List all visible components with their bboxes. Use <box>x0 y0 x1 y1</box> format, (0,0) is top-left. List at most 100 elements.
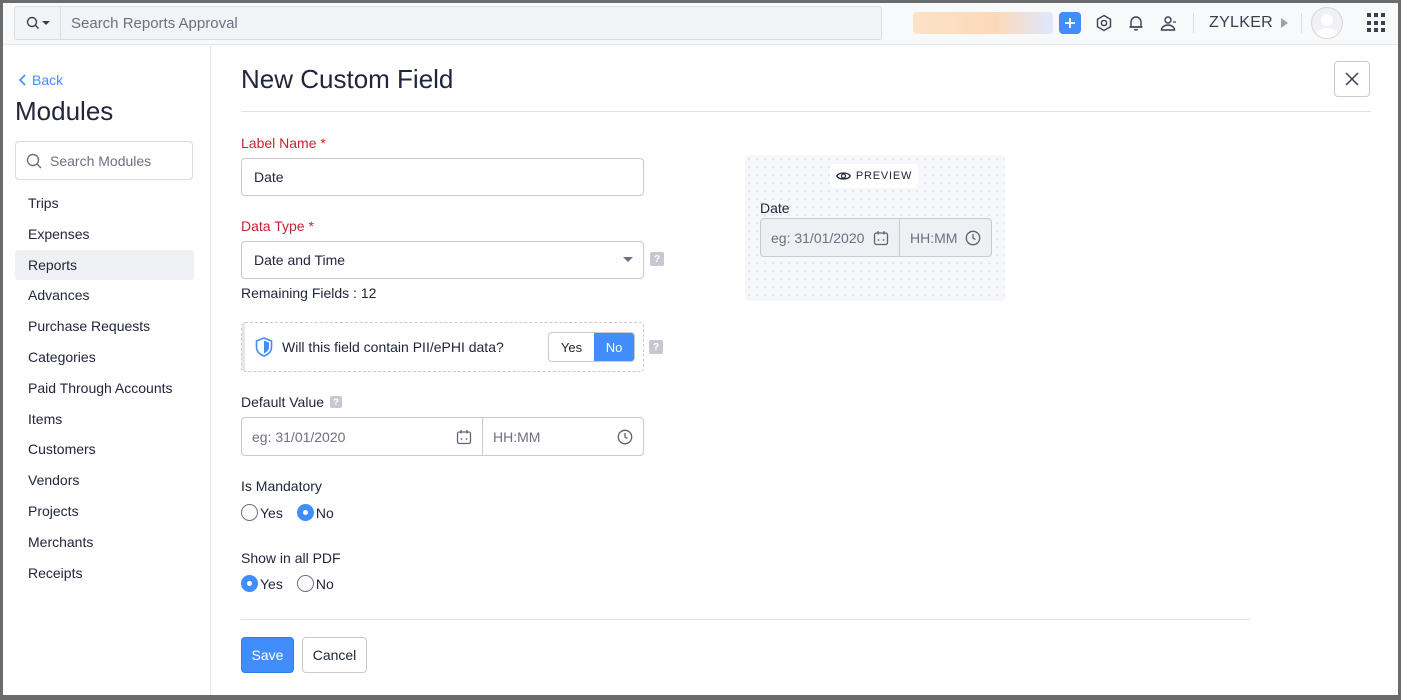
preview-date-placeholder: eg: 31/01/2020 <box>771 229 865 246</box>
chevron-right-icon <box>1281 18 1289 28</box>
sidebar-item-categories[interactable]: Categories <box>15 342 194 373</box>
shield-icon <box>255 337 273 357</box>
modules-title: Modules <box>15 96 114 126</box>
sidebar-item-reports[interactable]: Reports <box>15 249 194 281</box>
modules-search-placeholder: Search Modules <box>50 152 152 169</box>
title-divider <box>241 111 1371 112</box>
back-link[interactable]: Back <box>18 72 63 88</box>
global-search[interactable]: Search Reports Approval <box>14 6 882 40</box>
top-bar: Search Reports Approval ZYLKER <box>3 3 1398 45</box>
show-in-pdf-label: Show in all PDF <box>241 550 341 566</box>
sidebar-item-merchants[interactable]: Merchants <box>15 527 194 558</box>
sidebar-item-receipts[interactable]: Receipts <box>15 558 194 589</box>
default-value-label-row: Default Value ? <box>241 394 343 410</box>
search-icon <box>26 153 42 168</box>
modules-list: Trips Expenses Reports Advances Purchase… <box>15 188 194 588</box>
is-mandatory-label: Is Mandatory <box>241 478 322 494</box>
show-in-pdf-yes-label: Yes <box>260 575 283 592</box>
is-mandatory-yes-label: Yes <box>260 504 283 521</box>
label-name-input[interactable]: Date <box>241 158 644 196</box>
is-mandatory-no-label: No <box>315 504 334 521</box>
sidebar-item-paid-through-accounts[interactable]: Paid Through Accounts <box>15 373 194 404</box>
field-preview-panel: PREVIEW Date eg: 31/01/2020 HH:MM <box>745 155 1005 301</box>
radio-unchecked[interactable] <box>241 504 258 521</box>
calendar-icon <box>873 230 889 245</box>
show-in-pdf-no[interactable]: No <box>296 575 334 592</box>
close-button[interactable] <box>1334 61 1370 97</box>
save-button[interactable]: Save <box>241 637 294 673</box>
default-time-placeholder: HH:MM <box>493 428 541 445</box>
avatar[interactable] <box>1311 7 1343 39</box>
radio-checked[interactable] <box>296 504 314 521</box>
sidebar-item-customers[interactable]: Customers <box>15 434 194 465</box>
help-icon[interactable]: ? <box>650 252 664 266</box>
cancel-button[interactable]: Cancel <box>302 637 367 673</box>
data-type-label: Data Type * <box>241 218 314 234</box>
settings-button[interactable] <box>1093 12 1115 34</box>
is-mandatory-no[interactable]: No <box>296 504 334 521</box>
eye-icon <box>835 172 851 180</box>
users-button[interactable] <box>1157 12 1179 34</box>
user-avatar-icon <box>1315 14 1339 38</box>
page-title: New Custom Field <box>241 64 454 94</box>
label-name-label: Label Name * <box>241 135 326 151</box>
clock-icon <box>617 429 633 444</box>
gear-icon <box>1096 14 1112 32</box>
notifications-button[interactable] <box>1125 12 1147 34</box>
sidebar-item-projects[interactable]: Projects <box>15 496 194 527</box>
show-in-pdf-no-label: No <box>315 575 334 592</box>
default-value-field: eg: 31/01/2020 HH:MM <box>241 417 644 456</box>
sidebar-item-items[interactable]: Items <box>15 404 194 435</box>
plus-icon <box>1065 18 1075 28</box>
chevron-left-icon <box>18 74 26 86</box>
bell-icon <box>1129 16 1143 31</box>
remaining-fields-text: Remaining Fields : 12 <box>241 285 377 301</box>
chevron-down-icon <box>623 257 633 262</box>
topbar-divider <box>1301 13 1302 33</box>
default-value-label: Default Value <box>241 394 325 410</box>
pii-no-option[interactable]: No <box>594 333 634 361</box>
apps-grid-icon[interactable] <box>1367 13 1387 33</box>
preview-time-placeholder: HH:MM <box>910 229 958 246</box>
is-mandatory-yes[interactable]: Yes <box>241 504 283 521</box>
sidebar-item-advances[interactable]: Advances <box>15 280 194 311</box>
show-in-pdf-radio-group: Yes No <box>241 575 334 592</box>
search-icon <box>26 16 39 29</box>
org-name: ZYLKER <box>1209 14 1274 31</box>
quick-create-button[interactable] <box>1059 12 1081 34</box>
default-time-input[interactable]: HH:MM <box>483 418 643 455</box>
help-icon[interactable]: ? <box>330 396 343 408</box>
chevron-down-icon <box>41 21 50 25</box>
pii-question-box: Will this field contain PII/ePHI data? Y… <box>241 322 644 372</box>
search-scope-dropdown[interactable] <box>15 7 61 39</box>
radio-checked[interactable] <box>241 575 258 592</box>
promo-banner[interactable] <box>913 12 1053 34</box>
footer-divider <box>241 619 1250 620</box>
pii-toggle[interactable]: Yes No <box>548 332 635 362</box>
help-icon[interactable]: ? <box>649 340 663 354</box>
back-label: Back <box>32 72 64 88</box>
sidebar-item-vendors[interactable]: Vendors <box>15 465 194 496</box>
custom-field-form: New Custom Field Label Name * Date Data … <box>212 46 1398 695</box>
sidebar-item-expenses[interactable]: Expenses <box>15 219 194 250</box>
default-date-input[interactable]: eg: 31/01/2020 <box>242 418 483 455</box>
preview-time-input: HH:MM <box>900 219 991 256</box>
sidebar-item-trips[interactable]: Trips <box>15 188 194 219</box>
preview-date-input: eg: 31/01/2020 <box>761 219 900 256</box>
calendar-icon <box>456 429 472 444</box>
modules-search-input[interactable]: Search Modules <box>15 141 193 180</box>
data-type-value: Date and Time <box>254 252 346 268</box>
show-in-pdf-yes[interactable]: Yes <box>241 575 283 592</box>
global-search-input[interactable]: Search Reports Approval <box>61 7 881 39</box>
pii-question-text: Will this field contain PII/ePHI data? <box>282 339 504 355</box>
close-icon <box>1345 72 1359 86</box>
sidebar-item-purchase-requests[interactable]: Purchase Requests <box>15 311 194 342</box>
pii-yes-option[interactable]: Yes <box>549 333 594 361</box>
preview-field-label: Date <box>760 200 790 216</box>
data-type-select[interactable]: Date and Time <box>241 241 644 279</box>
org-switcher[interactable]: ZYLKER <box>1209 12 1289 34</box>
preview-badge: PREVIEW <box>830 164 918 188</box>
users-icon <box>1160 16 1176 31</box>
radio-unchecked[interactable] <box>296 575 314 592</box>
topbar-divider <box>1193 13 1194 33</box>
